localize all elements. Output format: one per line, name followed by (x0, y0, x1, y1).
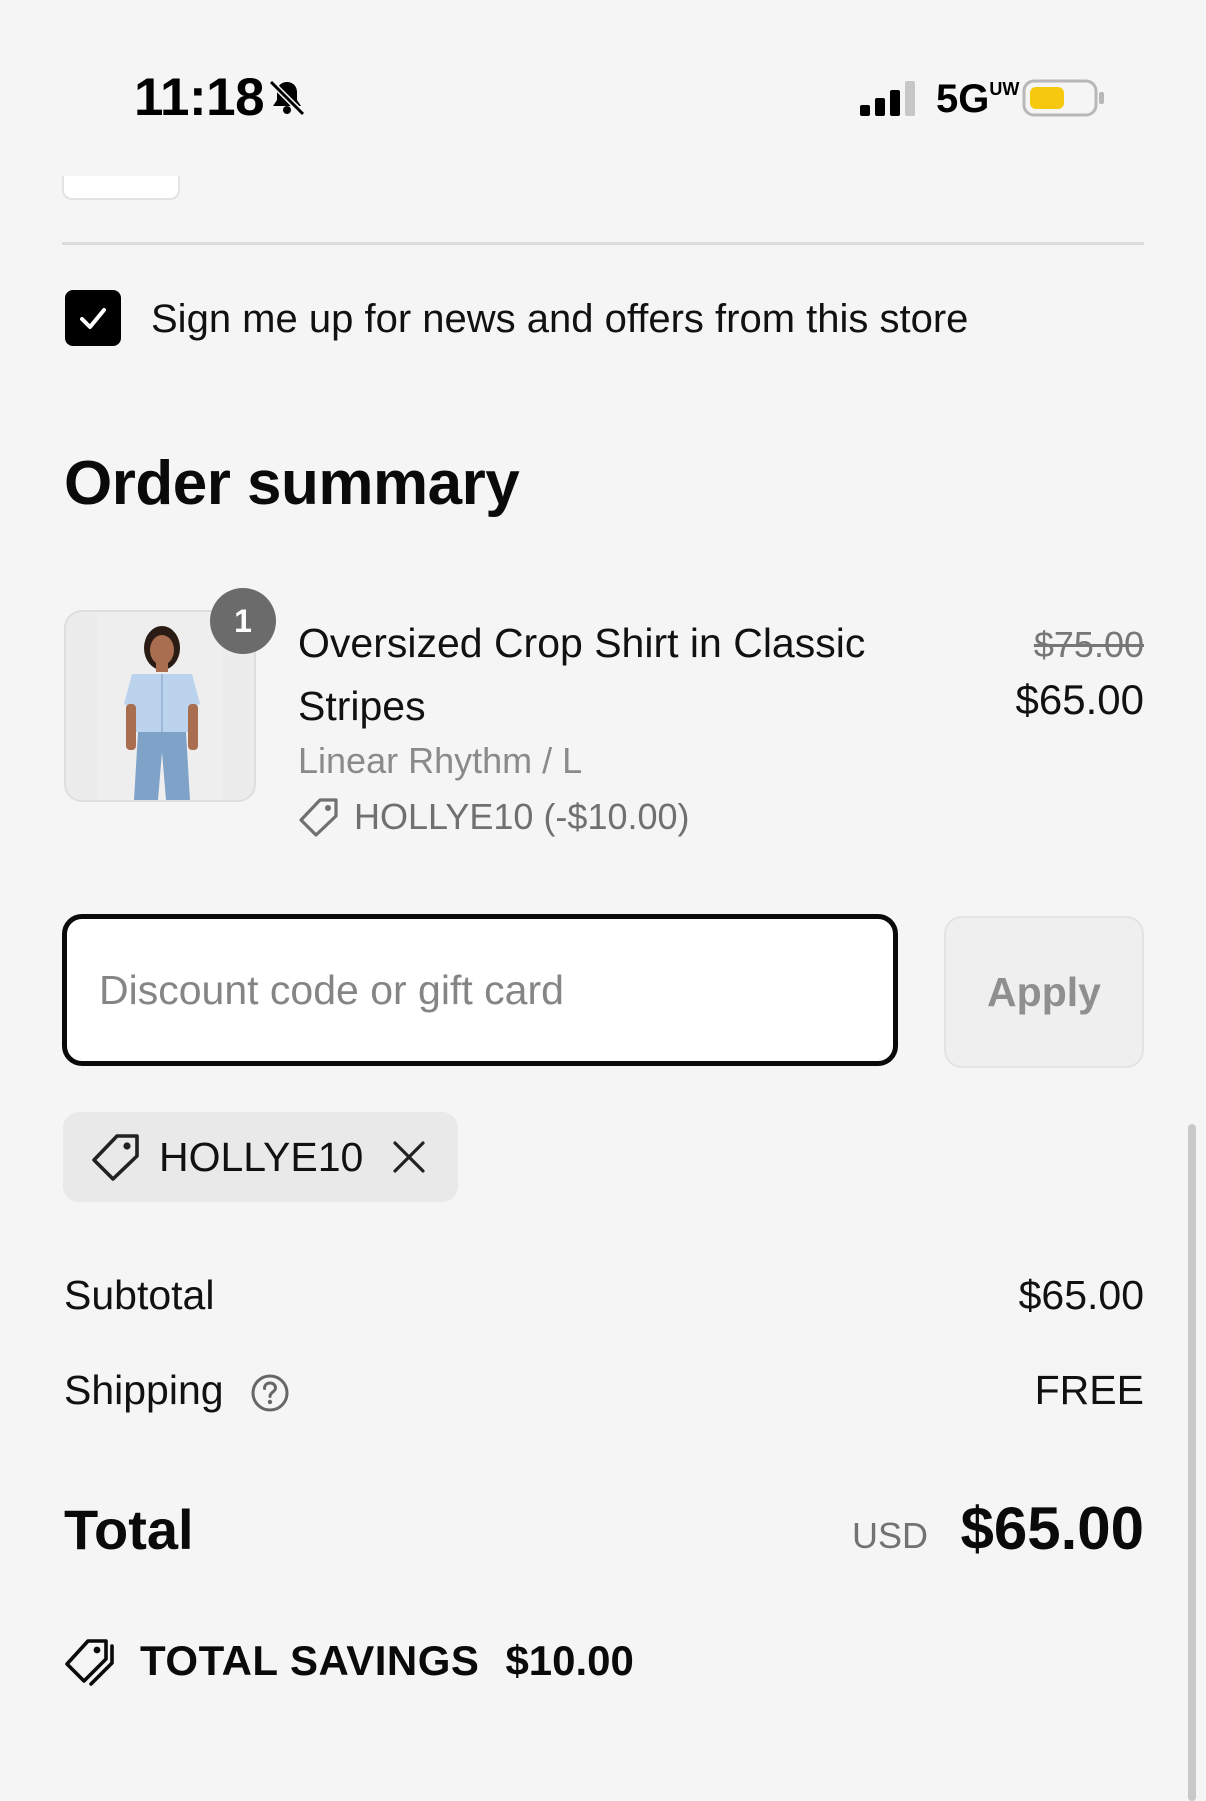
item-discount-text: HOLLYE10 (-$10.00) (354, 796, 690, 837)
signal-icon (860, 81, 915, 116)
network-type: 5GUW (936, 74, 1019, 124)
close-icon[interactable] (391, 1139, 427, 1175)
question-circle-icon[interactable] (250, 1373, 290, 1413)
total-label: Total (64, 1498, 194, 1561)
total-savings: TOTAL SAVINGS $10.00 (64, 1636, 634, 1686)
newsletter-label[interactable]: Sign me up for news and offers from this… (151, 294, 968, 344)
quantity-badge: 1 (210, 588, 276, 654)
subtotal-label: Subtotal (64, 1272, 215, 1318)
applied-code-chip: HOLLYE10 (63, 1112, 458, 1202)
network-suffix: UW (989, 79, 1020, 99)
order-summary-title: Order summary (64, 449, 520, 518)
apply-button[interactable]: Apply (944, 916, 1144, 1068)
battery-icon (1022, 79, 1104, 117)
applied-code-label: HOLLYE10 (159, 1133, 364, 1180)
shipping-value: FREE (1034, 1367, 1144, 1413)
status-time: 11:18 (134, 68, 265, 127)
tag-icon (299, 798, 338, 837)
item-discount: HOLLYE10 (-$10.00) (298, 790, 690, 844)
total-currency: USD (852, 1515, 929, 1556)
product-variant: Linear Rhythm / L (298, 740, 583, 781)
partial-field (62, 176, 180, 200)
bell-slash-icon (268, 79, 306, 117)
network-label: 5G (936, 77, 990, 121)
item-price: $65.00 (1015, 676, 1144, 723)
subtotal-value: $65.00 (1018, 1272, 1144, 1318)
tag-icon (92, 1134, 139, 1181)
shipping-label: Shipping (64, 1367, 224, 1413)
discount-input[interactable] (67, 919, 893, 1061)
product-name: Oversized Crop Shirt in Classic Stripes (298, 620, 866, 729)
divider (62, 242, 1144, 245)
tags-icon (65, 1639, 114, 1686)
savings-value: $10.00 (505, 1637, 634, 1684)
scrollbar[interactable] (1188, 1124, 1196, 1801)
original-price: $75.00 (1033, 624, 1144, 665)
savings-label: TOTAL SAVINGS (140, 1637, 480, 1684)
newsletter-checkbox[interactable] (65, 290, 121, 346)
check-icon (80, 308, 106, 329)
total-value: $65.00 (960, 1495, 1144, 1562)
discount-field[interactable] (62, 914, 898, 1066)
